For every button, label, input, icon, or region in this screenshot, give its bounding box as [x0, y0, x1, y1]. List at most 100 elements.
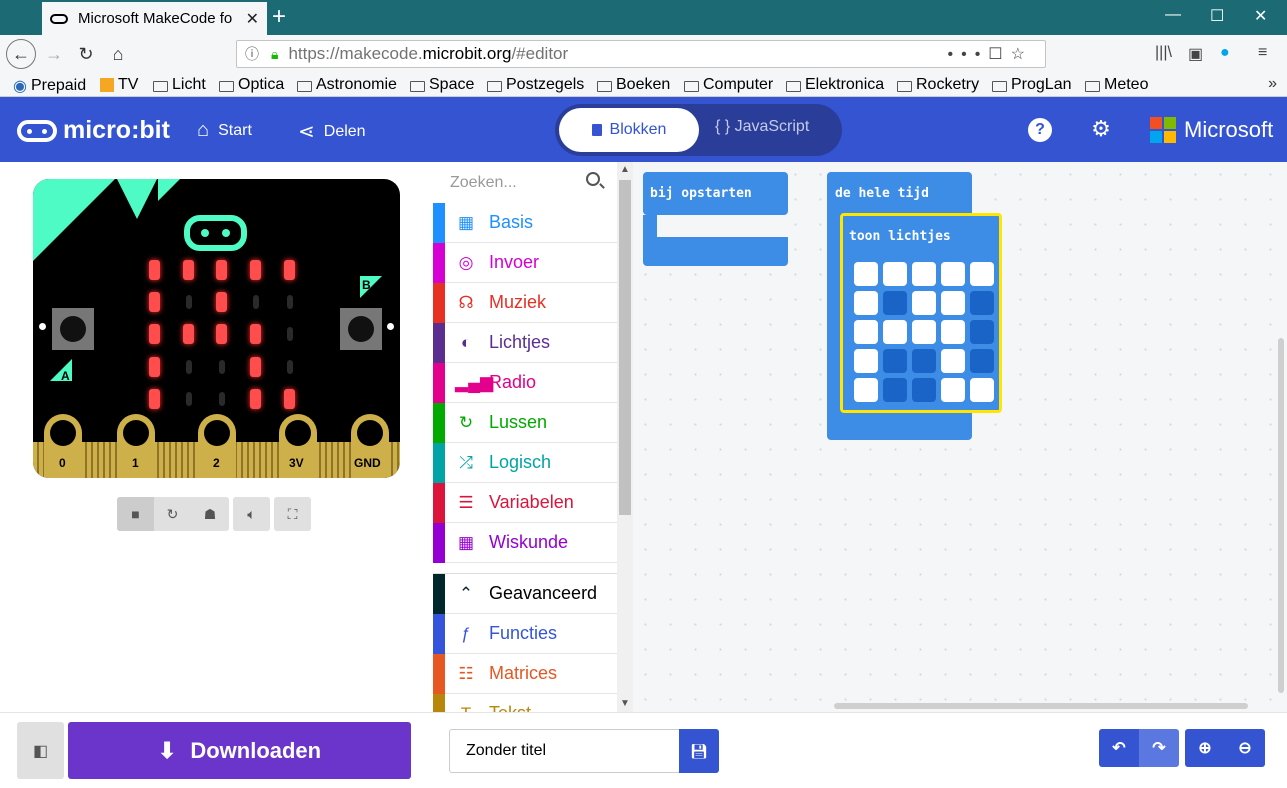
browser-tab[interactable]: Microsoft MakeCode fo ✕ — [42, 2, 267, 35]
bookmark-postzegels[interactable]: Postzegels — [487, 76, 584, 94]
url-bar[interactable]: ⓘ 🔒︎ https://makecode. microbit.org/#edit… — [236, 40, 1046, 68]
close-tab-icon[interactable]: ✕ — [246, 9, 259, 29]
new-tab-icon[interactable]: + — [272, 4, 286, 30]
category-lussen[interactable]: ↻ Lussen — [433, 402, 617, 443]
led-toggle-cell[interactable] — [912, 320, 936, 344]
reload-icon[interactable]: ↻ — [72, 40, 100, 68]
category-lichtjes[interactable]: ◐ Lichtjes — [433, 322, 617, 363]
redo-button[interactable]: ↷ — [1139, 729, 1179, 767]
share-button[interactable]: ⋖ Delen — [298, 119, 366, 144]
category-radio[interactable]: ▂▄▆ Radio — [433, 362, 617, 403]
tab-blocks[interactable]: Blokken — [559, 108, 699, 152]
start-button[interactable]: ⌂ Start — [197, 119, 252, 142]
close-window-icon[interactable]: ✕ — [1254, 6, 1267, 26]
bookmark-astronomie[interactable]: Astronomie — [297, 76, 397, 94]
led-toggle-cell[interactable] — [941, 378, 965, 402]
led-toggle-cell[interactable] — [912, 262, 936, 286]
zoom-in-button[interactable]: ⊕ — [1185, 729, 1225, 767]
led-toggle-cell[interactable] — [970, 291, 994, 315]
led-toggle-cell[interactable] — [912, 349, 936, 373]
led-toggle-cell[interactable] — [941, 291, 965, 315]
category-geavanceerd[interactable]: ⌃ Geavanceerd — [433, 573, 617, 614]
save-button[interactable]: 💾︎ — [679, 729, 719, 773]
gear-icon[interactable]: ⚙ — [1088, 116, 1114, 142]
download-button[interactable]: ⬇ Downloaden — [68, 722, 411, 779]
maximize-icon[interactable]: ☐ — [1210, 6, 1224, 26]
menu-icon[interactable]: ≡ — [1258, 44, 1267, 62]
tab-javascript[interactable]: { } JavaScript — [715, 118, 809, 136]
project-name-input[interactable]: Zonder titel — [449, 729, 679, 773]
search-icon[interactable] — [586, 172, 600, 186]
microsoft-logo[interactable]: Microsoft — [1150, 117, 1273, 143]
button-b[interactable] — [340, 308, 382, 350]
slow-mode-icon[interactable]: ☗ — [191, 497, 229, 531]
bookmark-elektronica[interactable]: Elektronica — [786, 76, 884, 94]
info-icon[interactable]: ⓘ — [245, 44, 259, 64]
bookmark-rocketry[interactable]: Rocketry — [897, 76, 979, 94]
fullscreen-icon[interactable]: ⛶ — [274, 497, 311, 531]
page-actions-icons[interactable]: •••☐☆ — [948, 44, 1034, 64]
led-toggle-cell[interactable] — [883, 262, 907, 286]
led-toggle-cell[interactable] — [941, 320, 965, 344]
bookmarks-overflow-icon[interactable]: » — [1268, 75, 1277, 93]
stop-icon[interactable]: ■ — [117, 497, 154, 531]
home-icon[interactable]: ⌂ — [104, 40, 132, 68]
bookmark-computer[interactable]: Computer — [684, 76, 773, 94]
workspace-vscroll[interactable] — [1278, 338, 1284, 693]
library-icon[interactable]: |||\ — [1155, 44, 1172, 62]
bookmark-tv[interactable]: TV — [100, 76, 138, 94]
category-tekst[interactable]: T Tekst — [433, 693, 617, 712]
led-toggle-cell[interactable] — [883, 378, 907, 402]
led-toggle-cell[interactable] — [854, 291, 878, 315]
restart-icon[interactable]: ↻ — [154, 497, 191, 531]
category-muziek[interactable]: ☊ Muziek — [433, 282, 617, 323]
button-a[interactable] — [52, 308, 94, 350]
led-toggle-cell[interactable] — [912, 291, 936, 315]
toolbox-search[interactable]: Zoeken... — [433, 162, 617, 202]
search-input[interactable]: Zoeken... — [450, 174, 517, 192]
category-matrices[interactable]: ☷ Matrices — [433, 653, 617, 694]
led-toggle-cell[interactable] — [854, 349, 878, 373]
category-functies[interactable]: ƒ Functies — [433, 613, 617, 654]
minimize-icon[interactable]: — — [1165, 6, 1181, 24]
bookmark-optica[interactable]: Optica — [219, 76, 284, 94]
led-toggle-cell[interactable] — [854, 378, 878, 402]
bookmark-boeken[interactable]: Boeken — [597, 76, 670, 94]
led-toggle-cell[interactable] — [970, 262, 994, 286]
microbit-face-logo[interactable] — [184, 215, 247, 251]
led-toggle-cell[interactable] — [941, 262, 965, 286]
microbit-logo[interactable]: micro:bit — [17, 116, 170, 145]
category-basis[interactable]: ▦ Basis — [433, 202, 617, 243]
led-toggle-cell[interactable] — [970, 349, 994, 373]
back-icon[interactable]: ← — [6, 39, 36, 69]
bookmark-prepaid[interactable]: ◉ Prepaid — [13, 76, 86, 96]
led-toggle-cell[interactable] — [970, 378, 994, 402]
led-toggle-cell[interactable] — [883, 320, 907, 344]
undo-button[interactable]: ↶ — [1099, 729, 1139, 767]
scroll-down-icon[interactable]: ▼ — [620, 698, 630, 709]
category-logisch[interactable]: ⤮ Logisch — [433, 442, 617, 483]
category-invoer[interactable]: ◎ Invoer — [433, 242, 617, 283]
scroll-up-icon[interactable]: ▲ — [620, 164, 630, 175]
led-toggle-cell[interactable] — [854, 262, 878, 286]
bookmark-proglan[interactable]: ProgLan — [992, 76, 1072, 94]
bookmark-licht[interactable]: Licht — [153, 76, 206, 94]
zoom-out-button[interactable]: ⊖ — [1225, 729, 1265, 767]
bookmark-space[interactable]: Space — [410, 76, 474, 94]
sidebar-icon[interactable]: ▣ — [1188, 44, 1203, 64]
led-toggle-cell[interactable] — [912, 378, 936, 402]
toolbox-scrollbar[interactable]: ▲ ▼ — [617, 162, 633, 712]
extension-icon[interactable]: ● — [1220, 44, 1230, 62]
help-icon[interactable]: ? — [1028, 118, 1052, 142]
led-toggle-cell[interactable] — [941, 349, 965, 373]
blocks-workspace[interactable]: bij opstarten de hele tijd toon lichtjes — [633, 162, 1287, 712]
bookmark-meteo[interactable]: Meteo — [1085, 76, 1148, 94]
led-toggle-cell[interactable] — [883, 291, 907, 315]
category-wiskunde[interactable]: ▦ Wiskunde — [433, 522, 617, 563]
workspace-hscroll[interactable] — [834, 703, 1248, 709]
collapse-simulator-button[interactable]: ◧ — [17, 722, 64, 779]
scrollbar-thumb[interactable] — [619, 180, 631, 515]
led-toggle-cell[interactable] — [970, 320, 994, 344]
led-toggle-cell[interactable] — [854, 320, 878, 344]
sound-icon[interactable]: 🔈︎ — [233, 497, 270, 531]
